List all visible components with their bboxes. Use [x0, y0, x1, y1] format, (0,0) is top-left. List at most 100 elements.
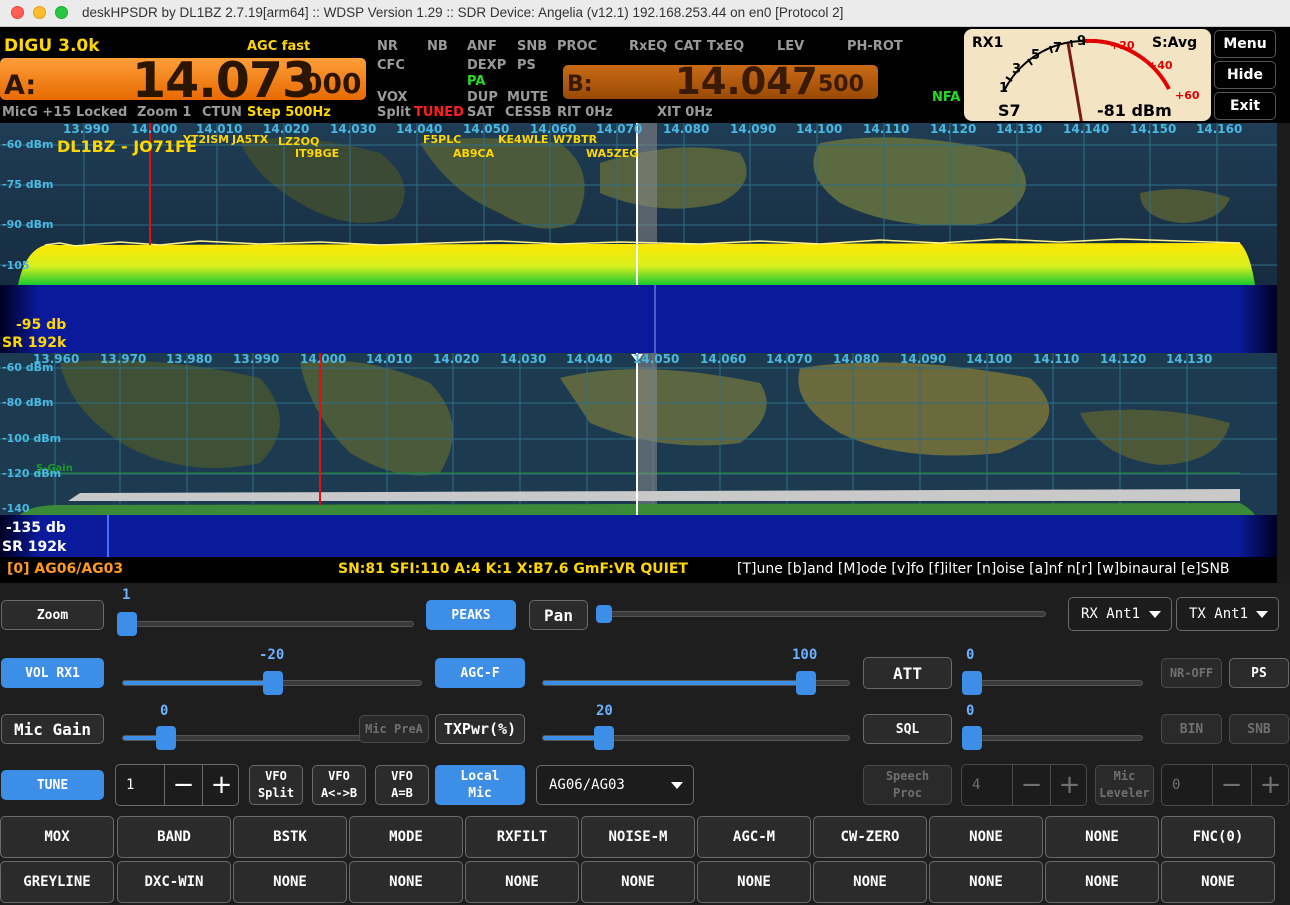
func-button[interactable]: NOISE-M [581, 816, 695, 858]
func-button[interactable]: BAND [117, 816, 231, 858]
dx-spot[interactable]: W7BTR [553, 133, 597, 146]
vol-rx1-button[interactable]: VOL RX1 [1, 658, 104, 688]
speech-proc-button[interactable]: Speech Proc [863, 765, 952, 805]
dx-spot[interactable]: YT2ISM [183, 133, 229, 146]
step-label[interactable]: Step 500Hz [247, 105, 331, 120]
dx-spot[interactable]: F5PLC [423, 133, 461, 146]
func-button[interactable]: NONE [813, 861, 927, 903]
agc-f-button[interactable]: AGC-F [435, 658, 525, 688]
speech-proc-spinbox[interactable]: 4 − + [961, 764, 1087, 806]
txpwr-slider-thumb[interactable] [594, 726, 614, 750]
func-button[interactable]: NONE [1045, 861, 1159, 903]
rit-label[interactable]: RIT 0Hz [557, 105, 613, 120]
func-button[interactable]: NONE [697, 861, 811, 903]
tune-spinbox[interactable]: 1 − + [115, 764, 239, 806]
func-button[interactable]: GREYLINE [0, 861, 114, 903]
p2-dbm: -60 dBm [2, 361, 54, 374]
minus-icon[interactable]: − [1012, 765, 1050, 805]
pan-slider-thumb[interactable] [596, 605, 612, 623]
func-button[interactable]: NONE [929, 861, 1043, 903]
func-button[interactable]: CW-ZERO [813, 816, 927, 858]
vfo-a-equals-b-button[interactable]: VFO A=B [375, 765, 429, 805]
pan-slider[interactable] [596, 605, 1046, 623]
tune-button[interactable]: TUNE [1, 770, 104, 800]
att-slider-thumb[interactable] [962, 671, 982, 695]
func-button[interactable]: NONE [929, 816, 1043, 858]
func-button[interactable]: NONE [465, 861, 579, 903]
zoom-button[interactable]: Zoom [1, 600, 104, 630]
snb-button[interactable]: SNB [1229, 714, 1289, 744]
xit-label[interactable]: XIT 0Hz [657, 105, 713, 120]
func-button[interactable]: NONE [233, 861, 347, 903]
minus-icon[interactable]: − [1212, 765, 1250, 805]
txpwr-slider[interactable] [542, 726, 850, 750]
func-button[interactable]: NONE [1045, 816, 1159, 858]
ps-button[interactable]: PS [1229, 658, 1289, 688]
menu-button[interactable]: Menu [1214, 30, 1276, 58]
att-button[interactable]: ATT [863, 657, 952, 689]
panadapter-rx2[interactable]: 13.960 13.970 13.980 13.990 14.000 14.01… [0, 353, 1277, 515]
dx-spot[interactable]: KE4WLE [498, 133, 548, 146]
func-button[interactable]: AGC-M [697, 816, 811, 858]
func-button[interactable]: NONE [581, 861, 695, 903]
sql-button[interactable]: SQL [863, 714, 952, 744]
nr-off-button[interactable]: NR-OFF [1161, 658, 1222, 688]
func-button[interactable]: NONE [349, 861, 463, 903]
exit-button[interactable]: Exit [1214, 92, 1276, 120]
dx-spot[interactable]: JA5TX [232, 133, 268, 146]
func-button[interactable]: BSTK [233, 816, 347, 858]
vfo-b-display[interactable]: B: 14.047 500 [563, 60, 878, 103]
audio-device-select[interactable]: AG06/AG03 [536, 765, 694, 805]
sql-slider-thumb[interactable] [962, 726, 982, 750]
mic-leveler-spinbox[interactable]: 0 − + [1161, 764, 1289, 806]
func-button[interactable]: FNC(0) [1161, 816, 1275, 858]
mic-gain-button[interactable]: Mic Gain [1, 714, 104, 744]
window-minimize-button[interactable] [33, 6, 46, 19]
minus-icon[interactable]: − [164, 765, 202, 805]
vfo-a-display[interactable]: A: 14.073 000 [0, 52, 366, 109]
plus-icon[interactable]: + [202, 765, 240, 805]
dx-spot[interactable]: WA5ZEG [586, 147, 638, 160]
peaks-button[interactable]: PEAKS [426, 600, 516, 630]
locked-label[interactable]: Locked [76, 105, 127, 120]
window-close-button[interactable] [11, 6, 24, 19]
waterfall-rx2[interactable]: -135 db SR 192k [0, 515, 1277, 557]
window-maximize-button[interactable] [55, 6, 68, 19]
mic-leveler-button[interactable]: Mic Leveler [1095, 765, 1154, 805]
hide-button[interactable]: Hide [1214, 61, 1276, 89]
tx-antenna-select[interactable]: TX Ant1 [1176, 597, 1279, 631]
volume-slider[interactable] [122, 671, 422, 695]
mic-gain-slider-thumb[interactable] [156, 726, 176, 750]
dx-spot[interactable]: AB9CA [453, 147, 494, 160]
sql-slider[interactable] [962, 726, 1143, 750]
txpwr-button[interactable]: TXPwr(%) [435, 714, 525, 744]
func-button[interactable]: MODE [349, 816, 463, 858]
flag-phrot: PH-ROT [847, 39, 903, 54]
vfo-swap-button[interactable]: VFO A<->B [312, 765, 366, 805]
agc-slider[interactable] [542, 671, 850, 695]
panadapter-rx1[interactable]: 13.990 14.000 14.010 14.020 14.030 14.04… [0, 123, 1277, 285]
dx-spot[interactable]: IT9BGE [295, 147, 339, 160]
info-bar: [0] AG06/AG03 SN:81 SFI:110 A:4 K:1 X:B7… [0, 557, 1277, 583]
ctun-label[interactable]: CTUN [202, 105, 242, 120]
mode-label[interactable]: DIGU 3.0k [4, 36, 100, 56]
waterfall-rx1[interactable]: -95 db SR 192k [0, 285, 1277, 353]
rx-antenna-select[interactable]: RX Ant1 [1068, 597, 1172, 631]
zoom-slider[interactable] [117, 612, 414, 636]
mic-prea-button[interactable]: Mic PreA [359, 715, 429, 743]
pan-button[interactable]: Pan [529, 600, 588, 630]
func-button[interactable]: NONE [1161, 861, 1275, 903]
plus-icon[interactable]: + [1251, 765, 1289, 805]
att-slider[interactable] [962, 671, 1143, 695]
p2-tick: 13.970 [100, 353, 147, 366]
zoom-slider-thumb[interactable] [117, 612, 137, 636]
local-mic-button[interactable]: Local Mic [435, 765, 525, 805]
func-button[interactable]: RXFILT [465, 816, 579, 858]
plus-icon[interactable]: + [1050, 765, 1088, 805]
volume-slider-thumb[interactable] [263, 671, 283, 695]
func-button[interactable]: DXC-WIN [117, 861, 231, 903]
func-button[interactable]: MOX [0, 816, 114, 858]
vfo-split-button[interactable]: VFO Split [249, 765, 303, 805]
bin-button[interactable]: BIN [1161, 714, 1222, 744]
agc-slider-thumb[interactable] [796, 671, 816, 695]
